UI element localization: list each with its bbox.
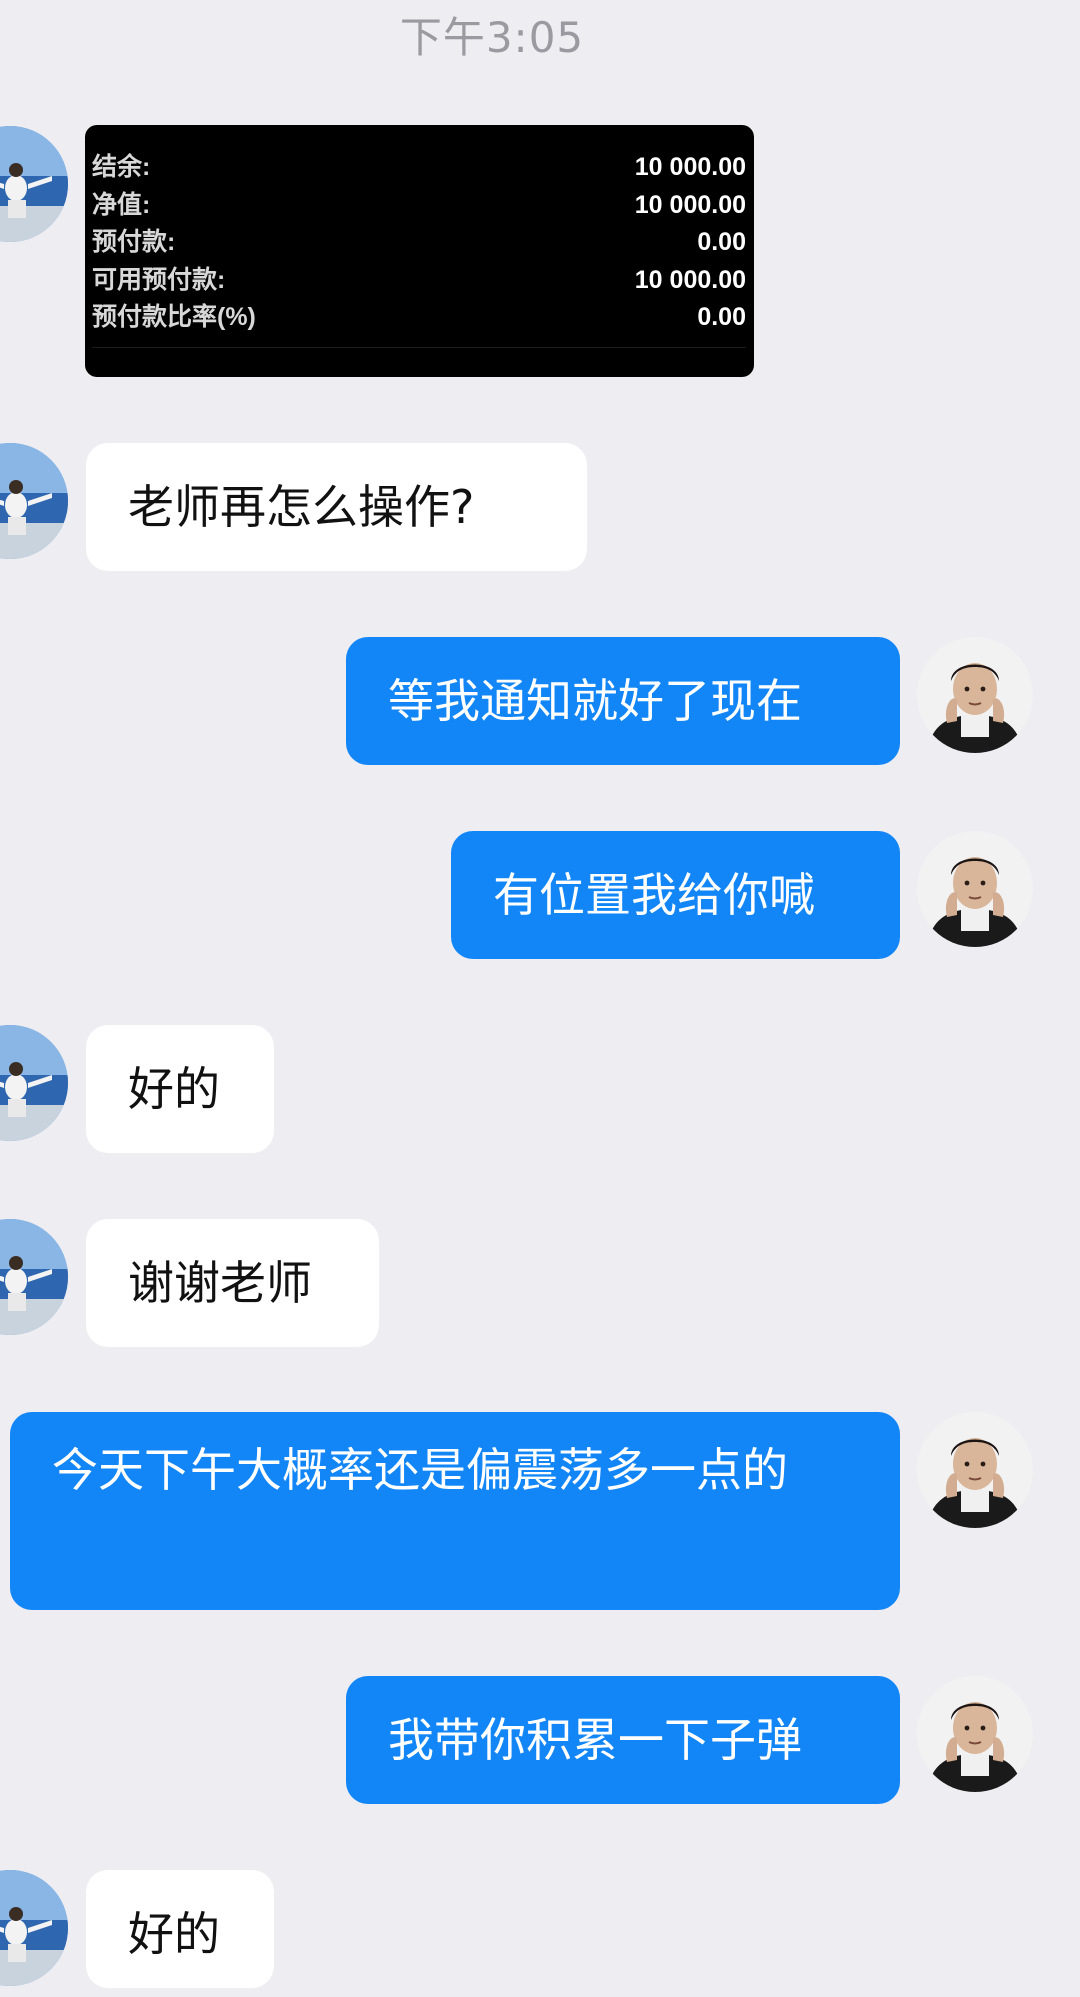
message-bubble-incoming[interactable]: 好的 — [86, 1870, 274, 1988]
account-label: 可用预付款: — [92, 265, 226, 294]
user-avatar-beach-icon[interactable] — [0, 1219, 68, 1335]
message-bubble-outgoing[interactable]: 有位置我给你喊 — [451, 831, 900, 959]
user-avatar-beach-icon[interactable] — [0, 1025, 68, 1141]
account-value: 0.00 — [697, 228, 746, 256]
user-avatar-man-icon[interactable] — [917, 637, 1033, 753]
message-bubble-outgoing[interactable]: 等我通知就好了现在 — [346, 637, 900, 765]
account-row-margin: 预付款: 0.00 — [92, 224, 746, 262]
account-row-margin-level: 预付款比率(%) 0.00 — [92, 299, 746, 337]
account-divider — [92, 346, 746, 348]
account-label: 净值: — [92, 190, 151, 219]
message-bubble-incoming[interactable]: 好的 — [86, 1025, 274, 1153]
user-avatar-man-icon[interactable] — [917, 1412, 1033, 1528]
message-bubble-incoming[interactable]: 谢谢老师 — [86, 1219, 379, 1347]
account-row-equity: 净值: 10 000.00 — [92, 187, 746, 225]
message-bubble-outgoing[interactable]: 我带你积累一下子弹 — [346, 1676, 900, 1804]
account-label: 预付款比率(%) — [92, 303, 256, 331]
timestamp: 下午3:05 — [399, 13, 585, 62]
user-avatar-beach-icon[interactable] — [0, 126, 68, 242]
user-avatar-man-icon[interactable] — [917, 831, 1033, 947]
account-row-free-margin: 可用预付款: 10 000.00 — [92, 262, 746, 300]
account-value: 10 000.00 — [634, 153, 746, 181]
message-bubble-outgoing[interactable]: 今天下午大概率还是偏震荡多一点的 — [10, 1412, 900, 1610]
user-avatar-man-icon[interactable] — [917, 1676, 1033, 1792]
message-bubble-incoming[interactable]: 老师再怎么操作? — [86, 443, 587, 571]
account-value: 10 000.00 — [634, 190, 746, 219]
account-summary-image[interactable]: 结余: 10 000.00 净值: 10 000.00 预付款: 0.00 可用… — [85, 125, 754, 377]
account-value: 0.00 — [697, 303, 746, 331]
account-row-balance: 结余: 10 000.00 — [92, 149, 746, 187]
user-avatar-beach-icon[interactable] — [0, 1870, 68, 1986]
user-avatar-beach-icon[interactable] — [0, 443, 68, 559]
account-value: 10 000.00 — [634, 265, 746, 294]
account-label: 结余: — [92, 153, 151, 181]
account-label: 预付款: — [92, 228, 176, 256]
